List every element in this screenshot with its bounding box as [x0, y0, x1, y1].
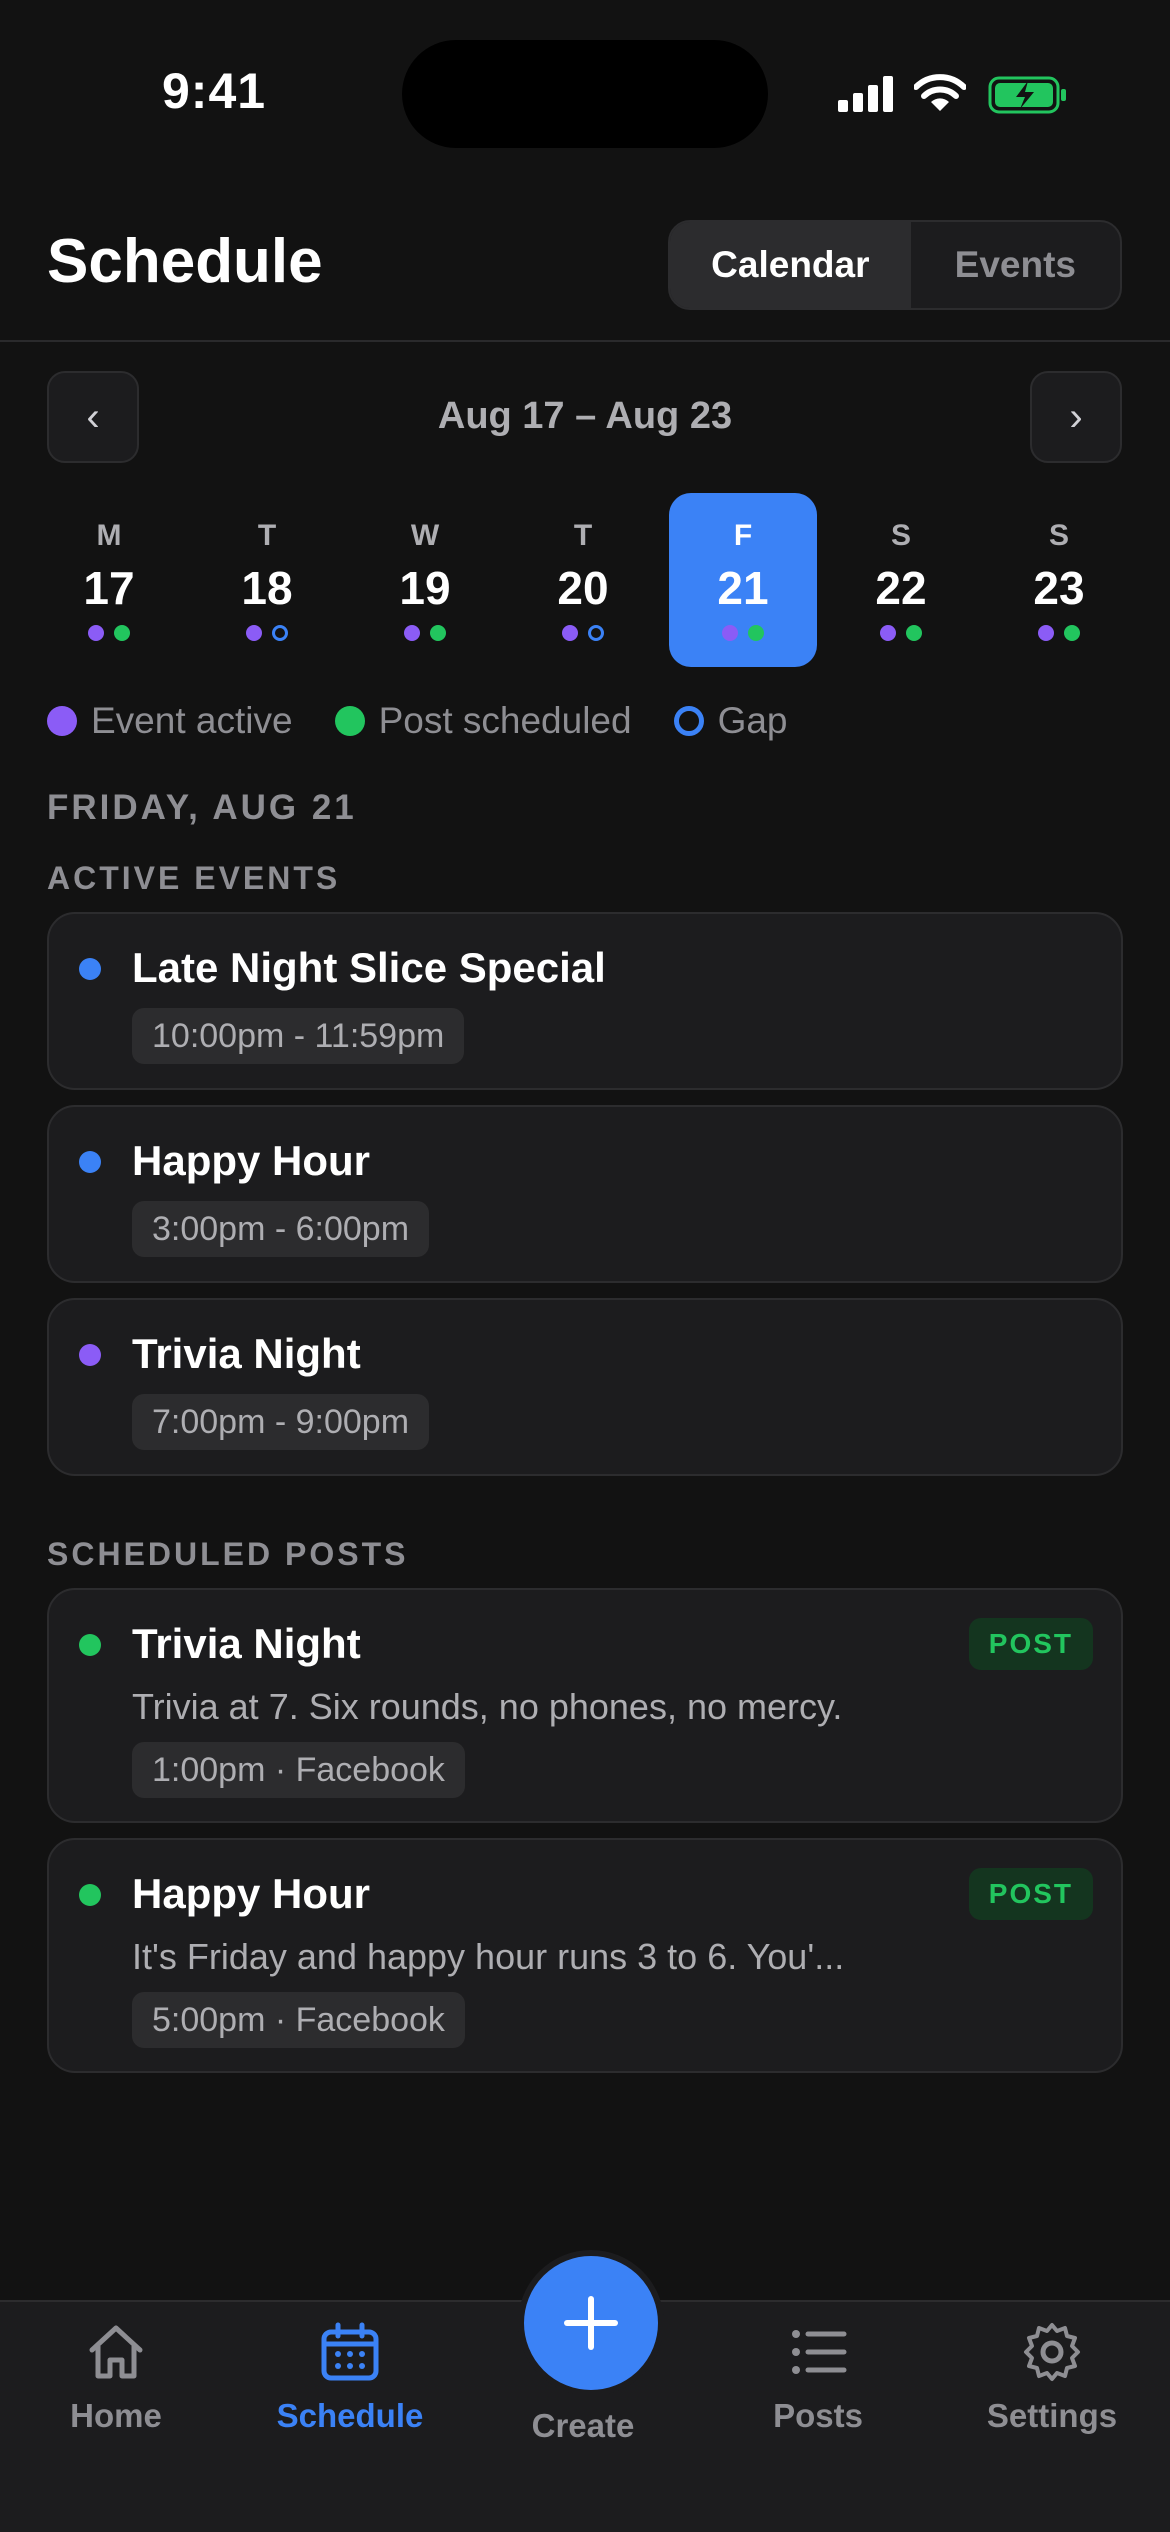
- post-status-dot: [79, 1884, 101, 1906]
- event-card[interactable]: Trivia Night 7:00pm - 9:00pm: [47, 1298, 1123, 1476]
- tab-schedule-label: Schedule: [276, 2397, 424, 2434]
- week-range-label: Aug 17 – Aug 23: [437, 395, 733, 437]
- post-dot: [114, 625, 130, 641]
- event-time: 7:00pm - 9:00pm: [132, 1394, 430, 1450]
- tab-settings-label: Settings: [986, 2397, 1118, 2434]
- gap-dot: [588, 625, 604, 641]
- post-dot: [1064, 625, 1080, 641]
- day-letter: S: [1048, 519, 1069, 552]
- day-letter: M: [96, 519, 122, 552]
- post-dot: [748, 625, 764, 641]
- event-dot: [880, 625, 896, 641]
- selected-date-heading: FRIDAY, AUG 21: [47, 788, 357, 827]
- tab-settings[interactable]: Settings: [952, 2320, 1152, 2435]
- event-dot: [1038, 625, 1054, 641]
- event-card[interactable]: Late Night Slice Special 10:00pm - 11:59…: [47, 912, 1123, 1090]
- scheduled-posts-heading: SCHEDULED POSTS: [47, 1536, 409, 1572]
- calendar-legend: Event active Post scheduled Gap: [47, 700, 830, 742]
- wifi-icon: [914, 74, 966, 111]
- event-dot: [88, 625, 104, 641]
- view-segmented-control: Calendar Events: [668, 220, 1122, 310]
- day-letter: S: [890, 519, 911, 552]
- event-dot: [404, 625, 420, 641]
- post-text: It's Friday and happy hour runs 3 to 6. …: [132, 1936, 845, 1977]
- day-cell[interactable]: T 18: [193, 493, 341, 667]
- day-cell[interactable]: T 20: [509, 493, 657, 667]
- post-badge: POST: [968, 1618, 1093, 1670]
- event-active-swatch: [47, 706, 77, 736]
- cellular-signal-icon: [838, 76, 893, 112]
- day-number: 17: [83, 562, 135, 614]
- day-number: 21: [717, 562, 769, 614]
- page-title: Schedule: [47, 227, 323, 296]
- tab-posts[interactable]: Posts: [718, 2320, 918, 2435]
- post-title: Trivia Night: [132, 1620, 361, 1667]
- event-time: 10:00pm - 11:59pm: [132, 1008, 465, 1064]
- post-card[interactable]: Trivia Night POST Trivia at 7. Six round…: [47, 1588, 1123, 1823]
- calendar-icon: [321, 2322, 379, 2381]
- post-status-dot: [79, 1634, 101, 1656]
- day-number: 18: [241, 562, 293, 614]
- dynamic-island: [402, 40, 768, 148]
- home-icon: [89, 2325, 143, 2379]
- day-cell-selected[interactable]: F 21: [669, 493, 817, 667]
- post-dot: [430, 625, 446, 641]
- post-title: Happy Hour: [132, 1870, 371, 1917]
- gap-dot: [272, 625, 288, 641]
- battery-charging-icon: [988, 76, 1066, 114]
- post-card[interactable]: Happy Hour POST It's Friday and happy ho…: [47, 1838, 1123, 2073]
- legend-gap-label: Gap: [717, 700, 788, 741]
- event-time: 3:00pm - 6:00pm: [132, 1201, 430, 1257]
- event-dot: [722, 625, 738, 641]
- tab-schedule[interactable]: Schedule: [250, 2320, 450, 2435]
- post-dot: [906, 625, 922, 641]
- day-number: 19: [399, 562, 451, 614]
- event-title: Happy Hour: [132, 1137, 371, 1184]
- event-card[interactable]: Happy Hour 3:00pm - 6:00pm: [47, 1105, 1123, 1283]
- create-button[interactable]: [518, 2250, 664, 2396]
- post-meta: 5:00pm · Facebook: [132, 1992, 465, 2048]
- status-time: 9:41: [162, 63, 267, 119]
- event-dot: [562, 625, 578, 641]
- day-letter: W: [410, 519, 440, 552]
- post-badge: POST: [968, 1868, 1093, 1920]
- next-week-button[interactable]: ›: [1030, 371, 1122, 463]
- gap-swatch: [673, 706, 704, 736]
- plus-icon: [564, 2296, 618, 2350]
- post-text: Trivia at 7. Six rounds, no phones, no m…: [132, 1686, 843, 1727]
- event-dot: [246, 625, 262, 641]
- event-title: Late Night Slice Special: [132, 944, 606, 991]
- tab-create-label: Create: [531, 2407, 635, 2444]
- day-letter: T: [257, 519, 277, 552]
- day-number: 20: [557, 562, 609, 614]
- event-title: Trivia Night: [132, 1330, 361, 1377]
- event-color-dot: [79, 958, 101, 980]
- day-letter: T: [573, 519, 593, 552]
- header-divider: [0, 340, 1170, 342]
- event-color-dot: [79, 1151, 101, 1173]
- day-number: 23: [1033, 562, 1085, 614]
- tab-home[interactable]: Home: [16, 2320, 216, 2435]
- event-color-dot: [79, 1344, 101, 1366]
- chevron-right-icon: ›: [1069, 394, 1083, 439]
- post-meta: 1:00pm · Facebook: [132, 1742, 465, 1798]
- list-icon: [792, 2330, 847, 2374]
- active-events-heading: ACTIVE EVENTS: [47, 860, 341, 896]
- legend-post-label: Post scheduled: [378, 700, 632, 741]
- segment-calendar[interactable]: Calendar: [670, 222, 911, 308]
- day-cell[interactable]: S 23: [985, 493, 1133, 667]
- day-number: 22: [875, 562, 927, 614]
- legend-event-label: Event active: [91, 700, 293, 741]
- tab-posts-label: Posts: [773, 2397, 863, 2434]
- day-cell[interactable]: M 17: [35, 493, 183, 667]
- day-cell[interactable]: S 22: [827, 493, 975, 667]
- gear-icon: [1024, 2323, 1080, 2381]
- day-letter: F: [733, 519, 753, 552]
- day-cell[interactable]: W 19: [351, 493, 499, 667]
- tab-home-label: Home: [70, 2397, 162, 2434]
- post-scheduled-swatch: [334, 706, 365, 736]
- segment-events[interactable]: Events: [911, 222, 1120, 308]
